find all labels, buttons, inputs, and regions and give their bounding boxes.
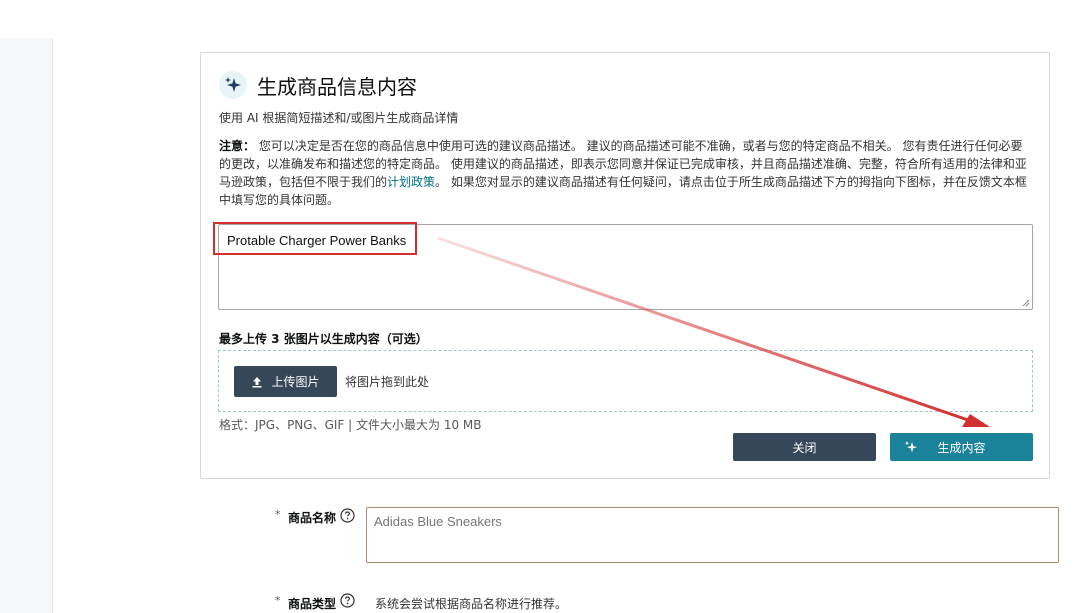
notice-text: 注意： 您可以决定是否在您的商品信息中使用可选的建议商品描述。 建议的商品描述可… (219, 137, 1031, 209)
sparkle-icon (905, 441, 917, 453)
generate-content-panel: 生成商品信息内容 使用 AI 根据简短描述和/或图片生成商品详情 注意： 您可以… (200, 52, 1050, 479)
description-wrapper (218, 224, 1033, 310)
upload-image-button[interactable]: 上传图片 (234, 366, 337, 397)
panel-header: 生成商品信息内容 (219, 69, 417, 101)
format-note: 格式：JPG、PNG、GIF | 文件大小最大为 10 MB (219, 418, 482, 432)
product-type-hint: 系统会尝试根据商品名称进行推荐。 (375, 597, 568, 611)
resize-grip-icon[interactable] (1022, 299, 1030, 307)
notice-prefix: 注意： (219, 139, 256, 153)
product-type-label: 商品类型 (288, 597, 337, 611)
product-name-label: 商品名称 (288, 511, 337, 525)
close-button[interactable]: 关闭 (733, 433, 876, 461)
required-mark: * (275, 594, 281, 607)
description-input[interactable] (218, 224, 1033, 310)
help-icon[interactable] (340, 593, 355, 608)
generate-content-button[interactable]: 生成内容 (890, 433, 1033, 461)
product-name-input[interactable] (366, 507, 1059, 563)
program-policy-link[interactable]: 计划政策 (387, 175, 435, 189)
drop-hint: 将图片拖到此处 (345, 375, 430, 389)
upload-label: 最多上传 3 张图片以生成内容（可选） (219, 332, 428, 346)
upload-button-label: 上传图片 (271, 375, 320, 389)
left-rail (0, 38, 53, 613)
required-mark: * (275, 508, 281, 521)
panel-title: 生成商品信息内容 (257, 74, 417, 99)
panel-subtitle: 使用 AI 根据简短描述和/或图片生成商品详情 (219, 111, 459, 125)
image-dropzone[interactable]: 上传图片 将图片拖到此处 (218, 350, 1033, 412)
generate-button-label: 生成内容 (937, 440, 986, 455)
top-strip (0, 0, 1080, 38)
upload-arrow-icon (252, 376, 262, 387)
sparkle-icon (219, 71, 247, 99)
help-icon[interactable] (340, 508, 355, 523)
